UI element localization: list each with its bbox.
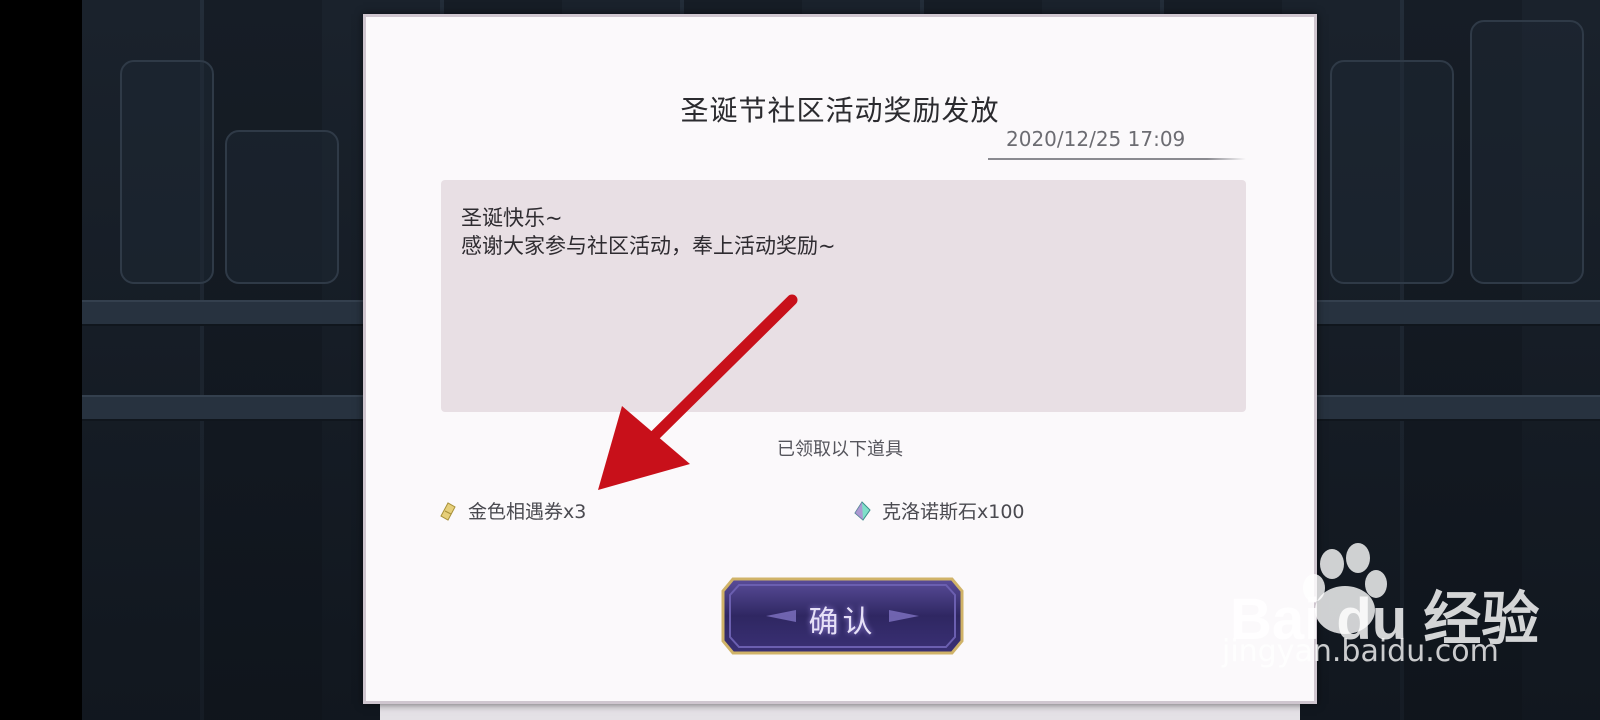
background-panel [1330,60,1454,284]
ticket-icon [438,501,458,521]
date-divider [988,158,1246,160]
confirm-button[interactable]: 确认 [721,577,964,655]
background-panel [120,60,214,284]
left-letterbox [0,0,82,720]
red-arrow-annotation [598,294,798,490]
reward-item: 克洛诺斯石x100 [852,497,1025,524]
message-line: 感谢大家参与社区活动，奉上活动奖励~ [461,234,836,258]
message-line: 圣诞快乐~ [461,206,563,230]
background-panel [225,130,339,284]
mail-dialog: 圣诞节社区活动奖励发放 2020/12/25 17:09 圣诞快乐~ 感谢大家参… [363,14,1317,704]
reward-label: 金色相遇券x3 [468,501,587,523]
background-panel [1470,20,1584,284]
confirm-label: 确认 [808,605,877,640]
crystal-icon [852,500,872,521]
reward-label: 克洛诺斯石x100 [882,501,1025,523]
dialog-shadow-strip [380,704,1300,720]
watermark-url: jingyan.baidu.com [1222,634,1499,669]
message-box: 圣诞快乐~ 感谢大家参与社区活动，奉上活动奖励~ [441,180,1246,412]
mail-title: 圣诞节社区活动奖励发放 [680,94,1000,127]
mail-date: 2020/12/25 17:09 [1006,127,1186,151]
received-items-label: 已领取以下道具 [777,439,903,460]
reward-item: 金色相遇券x3 [438,497,586,524]
